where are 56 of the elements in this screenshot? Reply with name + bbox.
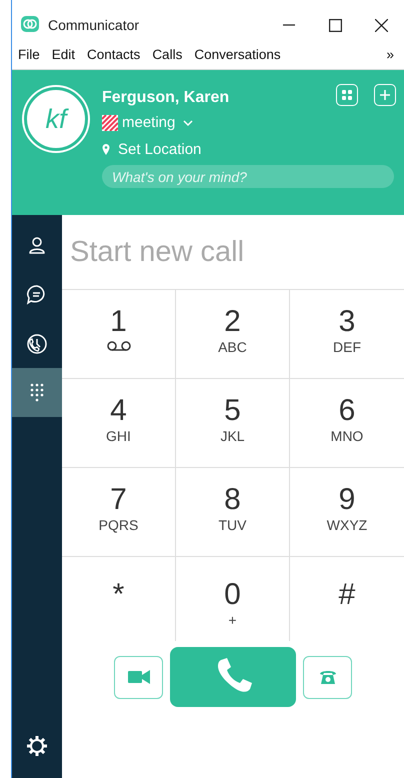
key-digit: 7 — [110, 484, 127, 516]
window-title: Communicator — [48, 16, 140, 34]
plus-icon — [379, 89, 391, 101]
key-digit: 0 — [224, 579, 241, 611]
key-digit: 9 — [338, 484, 356, 516]
key-letters: TUV — [218, 516, 246, 534]
menu-item[interactable]: Calls — [146, 45, 188, 66]
dial-key[interactable]: 1 — [62, 290, 176, 379]
key-digit: * — [112, 579, 124, 611]
key-digit: # — [338, 579, 356, 611]
key-letters: ABC — [218, 338, 247, 356]
key-letters: PQRS — [98, 516, 138, 534]
key-letters: MNO — [330, 427, 364, 445]
dial-key[interactable]: 5 JKL — [176, 379, 290, 468]
grid-icon — [341, 89, 353, 101]
dial-key[interactable]: 2 ABC — [176, 290, 290, 379]
desk-phone-icon — [318, 669, 336, 685]
dial-key[interactable]: 7 PQRS — [62, 468, 176, 557]
key-letters: WXYZ — [326, 516, 368, 534]
chevron-down-icon — [183, 119, 194, 128]
status-text: meeting — [122, 113, 176, 133]
avatar: kf — [24, 87, 88, 151]
menu-overflow-button[interactable]: » — [380, 45, 400, 66]
key-digit: 2 — [224, 306, 241, 338]
add-button[interactable] — [374, 84, 396, 106]
key-letters: JKL — [220, 427, 245, 445]
call-history-icon — [26, 332, 48, 354]
voicemail-icon — [106, 341, 132, 352]
dial-key[interactable]: 4 GHI — [62, 379, 176, 468]
key-digit: 3 — [338, 306, 356, 338]
location-text: Set Location — [118, 140, 202, 160]
key-digit: 5 — [224, 395, 241, 427]
menu-item[interactable]: Conversations — [188, 45, 287, 66]
app-logo-icon — [20, 15, 40, 35]
desk-phone-button[interactable] — [303, 656, 352, 698]
video-camera-icon — [128, 670, 150, 684]
dial-key[interactable]: 8 TUV — [176, 468, 290, 557]
call-button[interactable] — [170, 647, 296, 707]
key-letters: GHI — [106, 427, 131, 445]
maximize-icon — [328, 18, 342, 32]
menu-item[interactable]: File — [12, 45, 46, 66]
busy-status-icon — [102, 115, 118, 132]
key-letters: + — [228, 611, 237, 629]
profile-name: Ferguson, Karen — [102, 88, 230, 108]
menu-item[interactable]: Contacts — [81, 45, 146, 66]
key-digit: 1 — [110, 306, 127, 338]
settings-icon — [26, 734, 48, 756]
location-pin-icon — [102, 144, 110, 156]
key-digit: 6 — [338, 395, 356, 427]
key-letters: DEF — [333, 338, 361, 356]
directory-button[interactable] — [336, 84, 358, 106]
key-digit: 8 — [224, 484, 241, 516]
key-digit: 4 — [110, 395, 127, 427]
menu-item[interactable]: Edit — [46, 45, 82, 66]
video-call-button[interactable] — [114, 656, 163, 698]
close-icon — [374, 18, 388, 32]
